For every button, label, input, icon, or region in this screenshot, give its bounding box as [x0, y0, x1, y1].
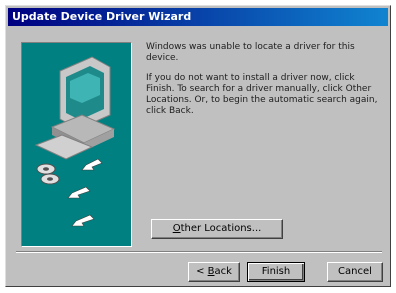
title-bar: Update Device Driver Wizard: [8, 8, 388, 26]
back-prefix: <: [196, 266, 208, 277]
cancel-button[interactable]: Cancel: [327, 262, 383, 282]
wizard-content: Windows was unable to locate a driver fo…: [146, 42, 382, 126]
disk-icon: [36, 163, 60, 185]
separator: [16, 251, 382, 253]
cancel-label: Cancel: [338, 266, 372, 277]
other-locations-button[interactable]: Other Locations...: [151, 219, 283, 239]
computer-icon: [34, 56, 116, 227]
back-button[interactable]: < Back: [188, 262, 240, 282]
back-label: ack: [214, 266, 232, 277]
arrow-icon: [67, 158, 103, 227]
wizard-illustration: [21, 42, 132, 247]
wizard-window: Update Device Driver Wizard Windows was …: [5, 5, 391, 287]
message-line1: Windows was unable to locate a driver fo…: [146, 42, 355, 63]
back-accel: B: [207, 266, 215, 277]
finish-label: Finish: [261, 266, 291, 277]
window-title: Update Device Driver Wizard: [12, 10, 192, 23]
finish-button[interactable]: Finish: [247, 262, 305, 282]
other-locations-label: ther Locations...: [180, 223, 262, 234]
other-locations-accel: O: [172, 223, 181, 234]
message-line2: If you do not want to install a driver n…: [146, 73, 378, 116]
